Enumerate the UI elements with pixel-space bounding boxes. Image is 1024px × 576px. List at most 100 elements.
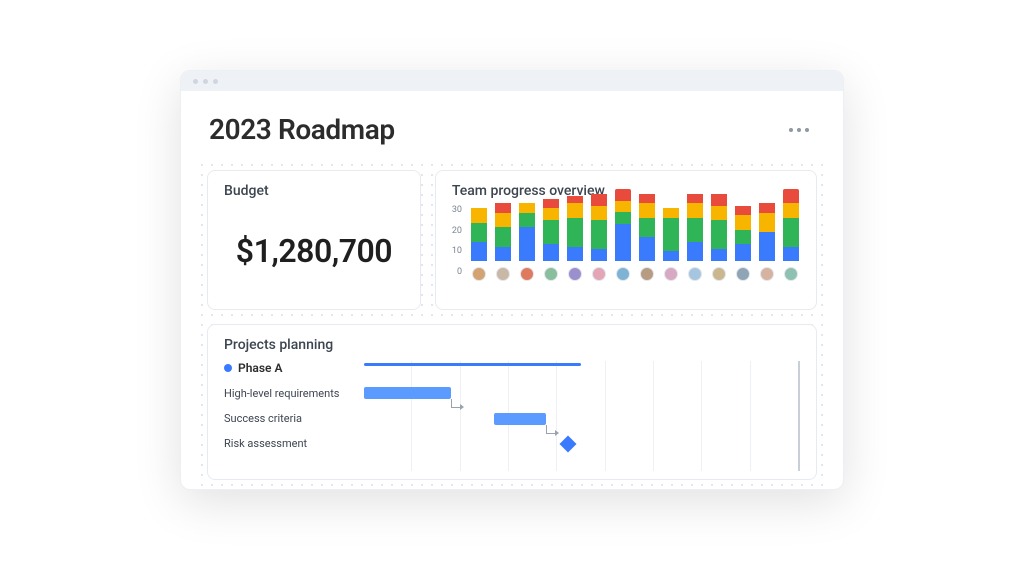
chart-bar-column[interactable] — [758, 189, 776, 281]
gantt-progress-bar — [364, 363, 581, 366]
gantt-dependency-arrow — [451, 399, 465, 413]
chart-bar-column[interactable] — [638, 189, 656, 281]
stacked-bar-chart: 30 20 10 0 — [452, 205, 800, 305]
member-avatar[interactable] — [664, 267, 678, 281]
chart-bar-segment — [735, 230, 751, 244]
chart-bar-stack — [567, 189, 583, 261]
projects-planning-title: Projects planning — [224, 337, 800, 353]
chart-bar-column[interactable] — [494, 189, 512, 281]
more-menu-button[interactable] — [783, 122, 815, 138]
chart-bar-segment — [567, 247, 583, 261]
member-avatar[interactable] — [592, 267, 606, 281]
member-avatar[interactable] — [712, 267, 726, 281]
gantt-labels: Phase A High-level requirements Success … — [224, 361, 364, 471]
gantt-task-label: Success criteria — [224, 412, 364, 425]
chart-bar-segment — [495, 213, 511, 227]
chart-bar-segment — [495, 203, 511, 213]
chart-bar-stack — [495, 189, 511, 261]
ellipsis-icon — [789, 128, 793, 132]
chart-bar-stack — [471, 189, 487, 261]
budget-card-title: Budget — [224, 183, 404, 199]
budget-card[interactable]: Budget $1,280,700 — [207, 170, 421, 310]
chart-bar-segment — [639, 203, 655, 217]
chart-bar-segment — [735, 215, 751, 229]
chart-bar-column[interactable] — [542, 189, 560, 281]
chart-bar-column[interactable] — [710, 189, 728, 281]
chart-bar-segment — [615, 212, 631, 224]
chart-bar-segment — [711, 220, 727, 249]
chart-bar-segment — [591, 194, 607, 206]
chart-bar-segment — [591, 249, 607, 261]
dashboard-canvas[interactable]: Budget $1,280,700 Team progress overview… — [197, 160, 827, 488]
gantt-dependency-arrow — [546, 425, 560, 439]
member-avatar[interactable] — [688, 267, 702, 281]
chart-bar-segment — [759, 232, 775, 261]
chart-bar-segment — [735, 206, 751, 216]
chart-bar-segment — [735, 244, 751, 261]
chart-bar-segment — [543, 199, 559, 209]
chart-bar-segment — [519, 227, 535, 261]
phase-label: Phase A — [238, 361, 282, 375]
chart-bar-segment — [783, 218, 799, 247]
chart-bar-segment — [783, 189, 799, 203]
chart-bar-segment — [711, 206, 727, 220]
chart-bar-column[interactable] — [590, 189, 608, 281]
chart-bar-segment — [495, 247, 511, 261]
window-titlebar — [181, 71, 843, 91]
ellipsis-icon — [797, 128, 801, 132]
chart-bar-segment — [759, 213, 775, 232]
chart-bar-segment — [711, 249, 727, 261]
chart-bar-segment — [663, 218, 679, 252]
chart-bar-segment — [471, 242, 487, 261]
chart-bar-segment — [639, 194, 655, 204]
member-avatar[interactable] — [640, 267, 654, 281]
chart-bar-segment — [543, 208, 559, 220]
chart-bar-column[interactable] — [734, 189, 752, 281]
chart-bar-stack — [543, 189, 559, 261]
chart-bar-segment — [663, 208, 679, 218]
gantt-task-label: Risk assessment — [224, 437, 364, 450]
y-tick: 30 — [452, 205, 462, 215]
chart-bar-segment — [687, 242, 703, 261]
chart-bar-column[interactable] — [782, 189, 800, 281]
chart-bar-segment — [687, 218, 703, 242]
member-avatar[interactable] — [496, 267, 510, 281]
member-avatar[interactable] — [544, 267, 558, 281]
member-avatar[interactable] — [736, 267, 750, 281]
gantt-phase-row[interactable]: Phase A — [224, 361, 364, 375]
member-avatar[interactable] — [784, 267, 798, 281]
chart-bar-column[interactable] — [686, 189, 704, 281]
chart-bar-column[interactable] — [470, 189, 488, 281]
gantt-grid — [364, 361, 798, 471]
chart-y-axis: 30 20 10 0 — [452, 205, 468, 277]
y-tick: 0 — [452, 267, 462, 277]
traffic-light-dot — [203, 79, 208, 84]
member-avatar[interactable] — [760, 267, 774, 281]
chart-bar-column[interactable] — [566, 189, 584, 281]
chart-bar-segment — [591, 220, 607, 249]
ellipsis-icon — [805, 128, 809, 132]
chart-bar-segment — [687, 194, 703, 204]
gantt-canvas — [364, 361, 800, 471]
chart-bar-segment — [471, 208, 487, 222]
chart-bar-segment — [519, 203, 535, 213]
y-tick: 10 — [452, 246, 462, 256]
chart-bar-stack — [519, 189, 535, 261]
gantt-bar[interactable] — [364, 387, 451, 399]
projects-planning-card[interactable]: Projects planning Phase A High-level req… — [207, 324, 817, 480]
chart-bar-column[interactable] — [614, 189, 632, 281]
chart-bar-segment — [543, 220, 559, 244]
member-avatar[interactable] — [616, 267, 630, 281]
chart-bar-segment — [639, 237, 655, 261]
member-avatar[interactable] — [520, 267, 534, 281]
team-progress-card[interactable]: Team progress overview 30 20 10 0 — [435, 170, 817, 310]
gantt-bar[interactable] — [494, 413, 546, 425]
chart-bar-segment — [615, 201, 631, 213]
traffic-light-dot — [213, 79, 218, 84]
member-avatar[interactable] — [568, 267, 582, 281]
chart-bar-segment — [783, 247, 799, 261]
member-avatar[interactable] — [472, 267, 486, 281]
chart-bar-segment — [567, 218, 583, 247]
chart-bar-column[interactable] — [662, 189, 680, 281]
chart-bar-column[interactable] — [518, 189, 536, 281]
